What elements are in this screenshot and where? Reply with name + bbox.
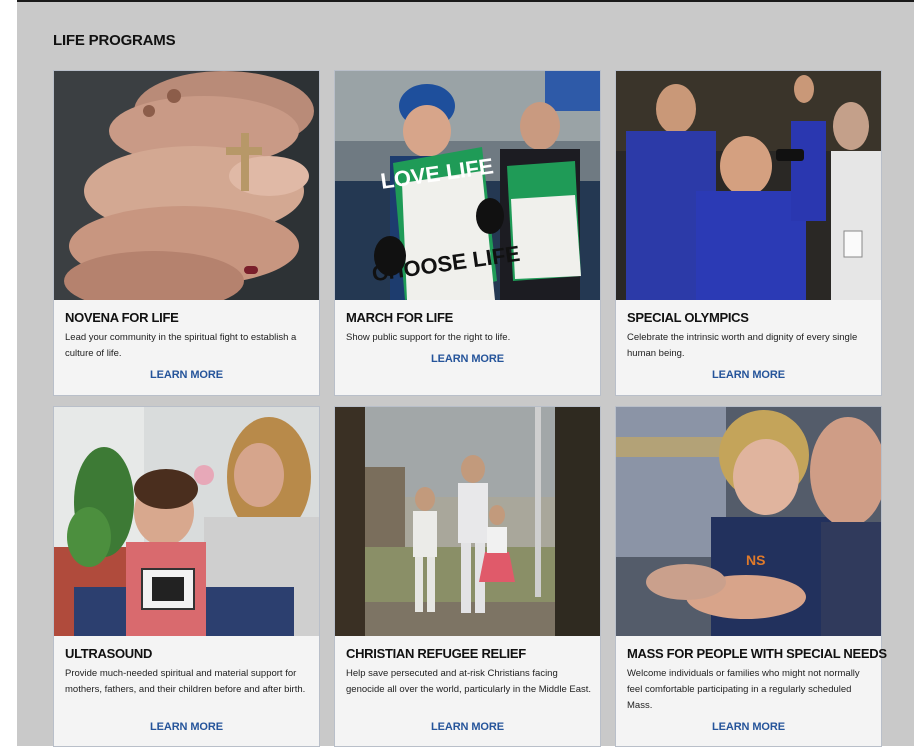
program-card-march: LOVE LIFE CHOOSE LIFE MARCH FOR LIFE Sho… — [334, 70, 601, 396]
program-card-refugee-relief: CHRISTIAN REFUGEE RELIEF Help save perse… — [334, 406, 601, 747]
march-image: LOVE LIFE CHOOSE LIFE — [335, 71, 600, 300]
learn-more-link[interactable]: LEARN MORE — [335, 353, 600, 365]
novena-image — [54, 71, 319, 300]
special-olympics-image — [616, 71, 881, 300]
ultrasound-photo[interactable] — [54, 407, 319, 636]
card-title: NOVENA FOR LIFE — [65, 310, 179, 325]
section-title: LIFE PROGRAMS — [53, 32, 176, 49]
refugee-relief-photo[interactable] — [335, 407, 600, 636]
learn-more-link[interactable]: LEARN MORE — [616, 721, 881, 733]
learn-more-link[interactable]: LEARN MORE — [54, 369, 319, 381]
learn-more-link[interactable]: LEARN MORE — [335, 721, 600, 733]
program-card-special-olympics: SPECIAL OLYMPICS Celebrate the intrinsic… — [615, 70, 882, 396]
card-description: Help save persecuted and at-risk Christi… — [346, 668, 592, 695]
card-title: CHRISTIAN REFUGEE RELIEF — [346, 646, 526, 661]
card-description: Welcome individuals or families who migh… — [627, 668, 860, 711]
march-photo[interactable]: LOVE LIFE CHOOSE LIFE — [335, 71, 600, 300]
card-description: Provide much-needed spiritual and materi… — [65, 668, 306, 695]
novena-photo[interactable] — [54, 71, 319, 300]
life-programs-section: LIFE PROGRAMS NOVENA FOR LIFE Lead your … — [17, 0, 914, 747]
special-needs-mass-photo[interactable]: NS — [616, 407, 881, 636]
card-description: Show public support for the right to lif… — [346, 332, 511, 343]
card-title: SPECIAL OLYMPICS — [627, 310, 749, 325]
card-title: ULTRASOUND — [65, 646, 153, 661]
card-description: Celebrate the intrinsic worth and dignit… — [627, 332, 858, 359]
special-olympics-photo[interactable] — [616, 71, 881, 300]
card-title: MASS FOR PEOPLE WITH SPECIAL NEEDS — [627, 646, 887, 661]
learn-more-link[interactable]: LEARN MORE — [54, 721, 319, 733]
program-card-ultrasound: ULTRASOUND Provide much-needed spiritual… — [53, 406, 320, 747]
card-title: MARCH FOR LIFE — [346, 310, 454, 325]
refugee-relief-image — [335, 407, 600, 636]
svg-text:NS: NS — [746, 552, 765, 568]
card-description: Lead your community in the spiritual fig… — [65, 332, 297, 359]
ultrasound-image — [54, 407, 319, 636]
special-needs-mass-image: NS — [616, 407, 881, 636]
program-card-novena: NOVENA FOR LIFE Lead your community in t… — [53, 70, 320, 396]
program-card-special-needs-mass: NS MASS FOR PEOPLE WITH SPECIAL NEEDS We… — [615, 406, 887, 747]
learn-more-link[interactable]: LEARN MORE — [616, 369, 881, 381]
